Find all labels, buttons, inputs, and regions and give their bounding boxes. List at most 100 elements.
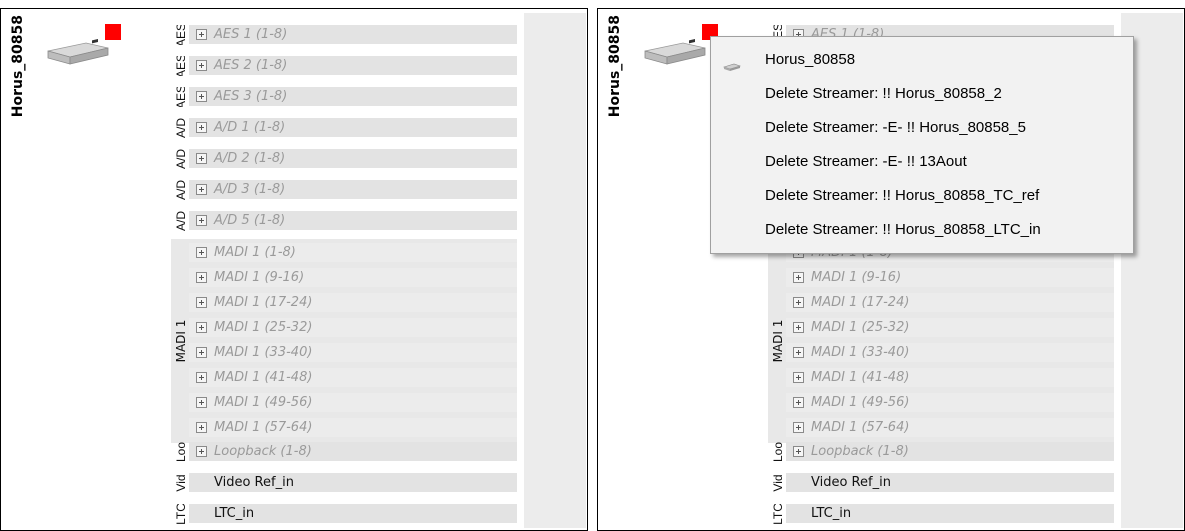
expand-plus-icon[interactable]: [196, 446, 207, 457]
channel-label: A/D 2 (1-8): [214, 151, 286, 166]
channel-type-label: A/D: [173, 118, 189, 138]
expand-plus-icon[interactable]: [196, 215, 207, 226]
device-chassis-icon: [643, 38, 707, 65]
channel-label: AES 2 (1-8): [214, 58, 288, 73]
expand-plus-icon[interactable]: [196, 422, 207, 433]
status-indicator: [105, 24, 121, 40]
channel-type-text: A/D: [174, 149, 188, 169]
channel-label: AES 1 (1-8): [214, 27, 288, 42]
streamer-device-icon: [723, 56, 741, 71]
channel-type-label: A/D: [173, 149, 189, 169]
channel-label: AES 3 (1-8): [214, 89, 288, 104]
loopback-type-text: Loo: [771, 442, 785, 462]
madi-channel-label: MADI 1 (33-40): [214, 345, 313, 360]
context-menu-delete-streamer-item[interactable]: Delete Streamer: -E- !! 13Aout: [711, 147, 1133, 177]
context-menu-delete-streamer-item[interactable]: Delete Streamer: !! Horus_80858_2: [711, 79, 1133, 109]
madi-channel-label: MADI 1 (41-48): [811, 370, 910, 385]
loopback-type-label: Loo: [770, 442, 786, 462]
channel-label: A/D 3 (1-8): [214, 182, 286, 197]
video-ref-label: Video Ref_in: [214, 475, 294, 490]
ltc-type-text: LTC: [174, 504, 188, 524]
channel-type-text: AES: [174, 56, 188, 76]
video-ref-label: Video Ref_in: [811, 475, 891, 490]
channel-type-text: A/D: [174, 180, 188, 200]
device-panel-left: Horus_80858 AES AES 1 (1-8) AES AES 2 (1-8) A…: [0, 8, 588, 531]
device-name-label: Horus_80858: [607, 15, 623, 118]
ltc-type-label: LTC: [770, 504, 786, 524]
channel-type-text: AES: [174, 25, 188, 45]
expand-plus-icon[interactable]: [196, 297, 207, 308]
context-menu-delete-streamer-item[interactable]: Delete Streamer: !! Horus_80858_LTC_in: [711, 215, 1133, 245]
expand-plus-icon[interactable]: [793, 446, 804, 457]
expand-plus-icon[interactable]: [793, 297, 804, 308]
expand-plus-icon[interactable]: [793, 347, 804, 358]
channel-type-label: A/D: [173, 180, 189, 200]
channel-type-label: AES: [173, 56, 189, 76]
expand-plus-icon[interactable]: [793, 272, 804, 283]
context-menu-item-label: Delete Streamer: !! Horus_80858_2: [765, 85, 1002, 102]
device-name: Horus_80858: [604, 15, 626, 125]
channel-label: A/D 5 (1-8): [214, 213, 286, 228]
madi-channel-label: MADI 1 (9-16): [811, 270, 902, 285]
context-menu-device-item[interactable]: Horus_80858: [711, 45, 1133, 75]
expand-plus-icon[interactable]: [196, 322, 207, 333]
channel-type-label: AES: [173, 87, 189, 107]
expand-plus-icon[interactable]: [196, 29, 207, 40]
expand-plus-icon[interactable]: [196, 397, 207, 408]
device-chassis-icon: [46, 38, 110, 65]
expand-plus-icon[interactable]: [793, 397, 804, 408]
context-menu-delete-streamer-item[interactable]: Delete Streamer: !! Horus_80858_TC_ref: [711, 181, 1133, 211]
expand-plus-icon[interactable]: [196, 347, 207, 358]
madi-channel-label: MADI 1 (57-64): [811, 420, 910, 435]
context-menu: Horus_80858 Delete Streamer: !! Horus_808…: [710, 36, 1134, 254]
context-menu-item-label: Delete Streamer: -E- !! Horus_80858_5: [765, 119, 1026, 136]
madi-channel-label: MADI 1 (41-48): [214, 370, 313, 385]
madi-channel-label: MADI 1 (1-8): [214, 245, 296, 260]
panel-scroll-gutter: [524, 13, 586, 528]
channel-type-text: A/D: [174, 211, 188, 231]
ltc-type-text: LTC: [771, 504, 785, 524]
loopback-label: Loopback (1-8): [811, 444, 909, 459]
madi-group-text: MADI 1: [771, 319, 785, 363]
device-name: Horus_80858: [7, 15, 29, 125]
channel-type-label: AES: [173, 25, 189, 45]
video-ref-type-text: Vid: [174, 474, 188, 492]
video-ref-type-label: Vid: [173, 473, 189, 493]
madi-channel-label: MADI 1 (9-16): [214, 270, 305, 285]
madi-channel-label: MADI 1 (57-64): [214, 420, 313, 435]
ltc-type-label: LTC: [173, 504, 189, 524]
madi-group-label: MADI 1: [173, 239, 189, 443]
loopback-type-label: Loo: [173, 442, 189, 462]
madi-channel-label: MADI 1 (49-56): [214, 395, 313, 410]
expand-plus-icon[interactable]: [793, 422, 804, 433]
context-menu-item-label: Delete Streamer: !! Horus_80858_LTC_in: [765, 221, 1041, 238]
expand-plus-icon[interactable]: [196, 272, 207, 283]
context-menu-item-label: Horus_80858: [765, 51, 856, 68]
madi-group-label: MADI 1: [770, 239, 786, 443]
ltc-label: LTC_in: [811, 506, 852, 521]
channel-type-label: A/D: [173, 211, 189, 231]
channel-label: A/D 1 (1-8): [214, 120, 286, 135]
madi-channel-label: MADI 1 (25-32): [811, 320, 910, 335]
expand-plus-icon[interactable]: [196, 122, 207, 133]
madi-channel-label: MADI 1 (49-56): [811, 395, 910, 410]
ltc-label: LTC_in: [214, 506, 255, 521]
loopback-type-text: Loo: [174, 442, 188, 462]
context-menu-item-label: Delete Streamer: -E- !! 13Aout: [765, 153, 967, 170]
video-ref-type-text: Vid: [771, 474, 785, 492]
expand-plus-icon[interactable]: [196, 184, 207, 195]
expand-plus-icon[interactable]: [793, 322, 804, 333]
expand-plus-icon[interactable]: [196, 60, 207, 71]
expand-plus-icon[interactable]: [793, 372, 804, 383]
loopback-label: Loopback (1-8): [214, 444, 312, 459]
expand-plus-icon[interactable]: [196, 91, 207, 102]
expand-plus-icon[interactable]: [196, 372, 207, 383]
expand-plus-icon[interactable]: [196, 153, 207, 164]
channel-type-text: A/D: [174, 118, 188, 138]
madi-channel-label: MADI 1 (17-24): [811, 295, 910, 310]
device-name-label: Horus_80858: [10, 15, 26, 118]
expand-plus-icon[interactable]: [196, 247, 207, 258]
madi-channel-label: MADI 1 (25-32): [214, 320, 313, 335]
video-ref-type-label: Vid: [770, 473, 786, 493]
context-menu-delete-streamer-item[interactable]: Delete Streamer: -E- !! Horus_80858_5: [711, 113, 1133, 143]
